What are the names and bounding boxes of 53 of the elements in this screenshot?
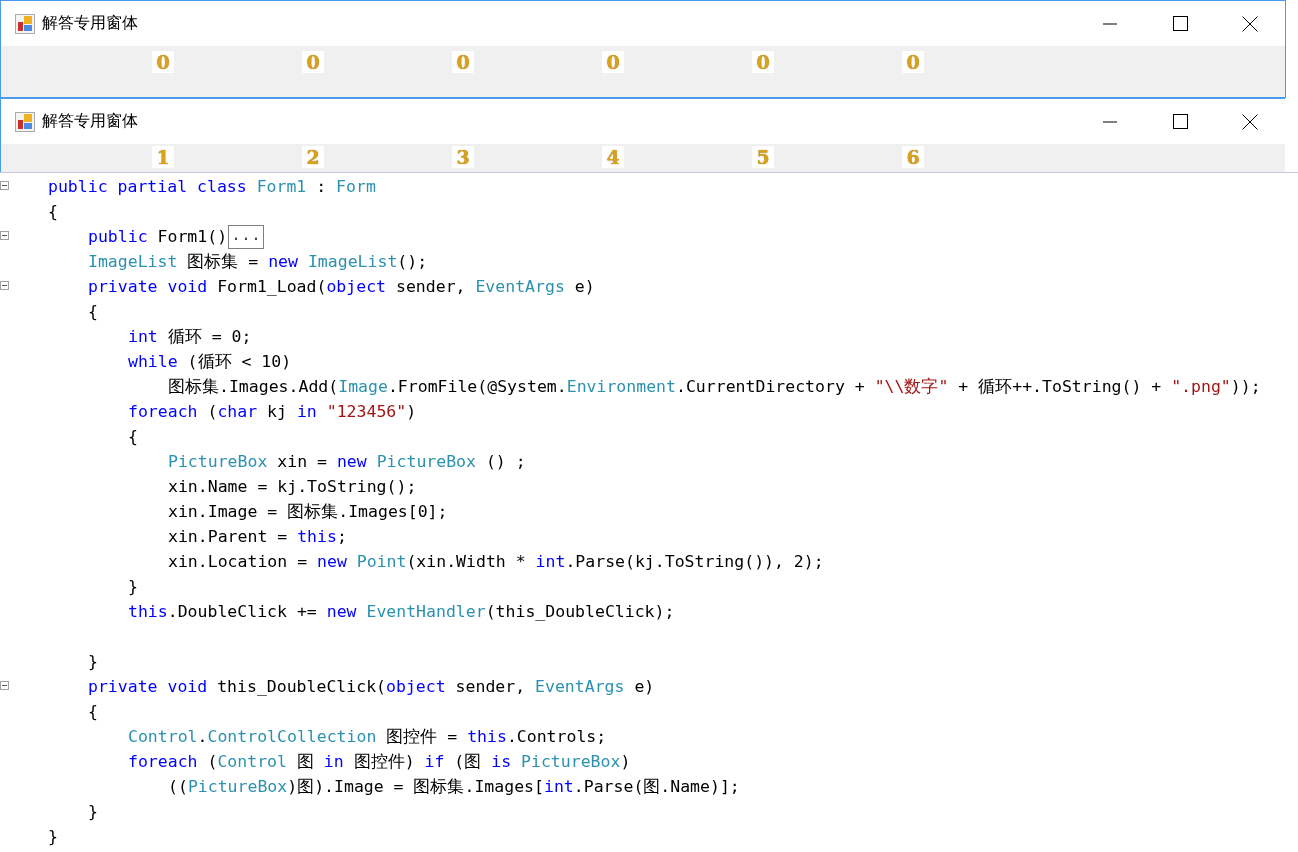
code-line: public Form1() xyxy=(88,227,228,246)
minimize-icon[interactable] xyxy=(1103,22,1117,25)
fold-marker-icon[interactable] xyxy=(0,181,9,190)
digit-image: 0 xyxy=(452,51,474,73)
digit-image: 1 xyxy=(152,146,174,168)
code-line: { xyxy=(128,427,138,446)
code-line: 图标集.Images.Add(Image.FromFile(@System.Environment.CurrentDirectory + "\\数字" + 循环++.ToString() + ".png")); xyxy=(168,375,1261,398)
code-line: } xyxy=(48,827,58,846)
digit-image: 0 xyxy=(752,51,774,73)
digit-image: 0 xyxy=(152,51,174,73)
close-icon[interactable] xyxy=(1242,15,1258,32)
digit-image: 0 xyxy=(302,51,324,73)
code-line: { xyxy=(48,202,58,221)
code-line: } xyxy=(88,802,98,821)
code-line: } xyxy=(128,577,138,596)
digit-image: 0 xyxy=(902,51,924,73)
code-line: ((PictureBox)图).Image = 图标集.Images[int.Parse(图.Name)]; xyxy=(168,775,740,798)
code-line: public partial class Form1 : Form xyxy=(48,177,376,196)
fold-marker-icon[interactable] xyxy=(0,681,9,690)
code-line: int 循环 = 0; xyxy=(128,325,252,348)
code-line: foreach (Control 图 in 图控件) if (图 is PictureBox) xyxy=(128,750,631,773)
fold-marker-icon[interactable] xyxy=(0,281,9,290)
app-icon xyxy=(15,111,35,132)
maximize-icon[interactable] xyxy=(1172,16,1188,31)
window-title: 解答专用窗体 xyxy=(42,111,138,132)
digit-image: 5 xyxy=(752,146,774,168)
digit-image: 0 xyxy=(602,51,624,73)
code-line: private void Form1_Load(object sender, EventArgs e) xyxy=(88,277,595,296)
code-line: } xyxy=(88,652,98,671)
code-line: { xyxy=(88,702,98,721)
close-icon[interactable] xyxy=(1242,113,1258,130)
code-line: xin.Name = kj.ToString(); xyxy=(168,477,417,496)
code-line: Control.ControlCollection 图控件 = this.Controls; xyxy=(128,725,607,748)
code-line: xin.Image = 图标集.Images[0]; xyxy=(168,500,448,523)
maximize-icon[interactable] xyxy=(1172,114,1188,129)
digit-image: 6 xyxy=(902,146,924,168)
fold-marker-icon[interactable] xyxy=(0,231,9,240)
code-line: this.DoubleClick += new EventHandler(this_DoubleClick); xyxy=(128,602,675,621)
app-icon xyxy=(15,13,35,34)
digit-image: 3 xyxy=(452,146,474,168)
code-line: while (循环 < 10) xyxy=(128,350,292,373)
code-line: xin.Location = new Point(xin.Width * int.Parse(kj.ToString()), 2); xyxy=(168,552,824,571)
code-line: { xyxy=(88,302,98,321)
code-line: foreach (char kj in "123456") xyxy=(128,402,417,421)
digit-image: 4 xyxy=(602,146,624,168)
digit-image: 2 xyxy=(302,146,324,168)
code-line: xin.Parent = this; xyxy=(168,527,347,546)
code-line: PictureBox xin = new PictureBox () ; xyxy=(168,452,526,471)
collapsed-code-box[interactable]: ... xyxy=(228,224,264,249)
window-title: 解答专用窗体 xyxy=(42,13,138,34)
minimize-icon[interactable] xyxy=(1103,120,1117,123)
code-line: private void this_DoubleClick(object sender, EventArgs e) xyxy=(88,677,655,696)
code-line: ImageList 图标集 = new ImageList(); xyxy=(88,250,428,273)
